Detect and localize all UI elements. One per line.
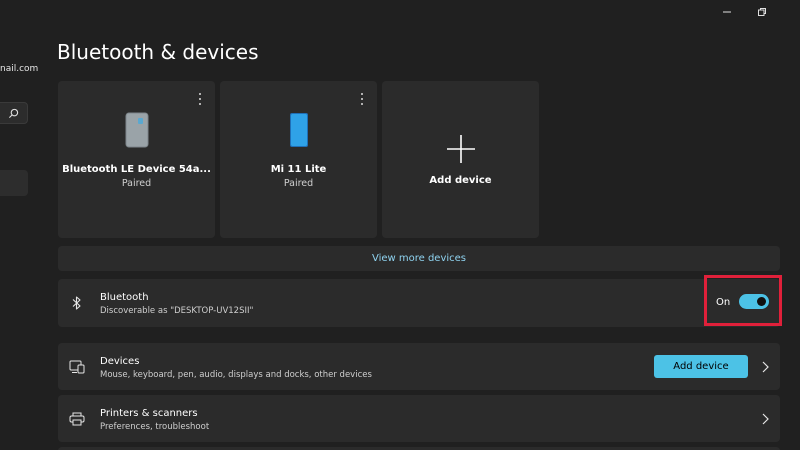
bluetooth-icon [69,295,85,311]
device-status: Paired [283,178,314,189]
devices-icon [69,359,85,375]
search-input[interactable] [0,102,28,124]
devices-setting-row[interactable]: Devices Mouse, keyboard, pen, audio, dis… [58,343,780,390]
bluetooth-title: Bluetooth [100,292,149,303]
device-status: Paired [121,178,152,189]
device-name: Bluetooth LE Device 54a... [62,164,211,175]
restore-button[interactable] [751,4,773,20]
device-name: Mi 11 Lite [270,164,327,175]
bluetooth-subtitle: Discoverable as "DESKTOP-UV12SII" [100,306,254,316]
add-device-label: Add device [429,175,492,186]
printers-subtitle: Preferences, troubleshoot [100,422,210,432]
account-email: nail.com [0,64,39,74]
printers-setting-row[interactable]: Printers & scanners Preferences, trouble… [58,395,780,442]
view-more-devices-link[interactable]: View more devices [58,246,780,271]
devices-subtitle: Mouse, keyboard, pen, audio, displays an… [100,370,372,380]
plus-icon [445,133,477,169]
add-device-card[interactable]: Add device [382,81,539,238]
printers-title: Printers & scanners [100,408,198,419]
add-device-button[interactable]: Add device [654,355,748,378]
devices-title: Devices [100,356,140,367]
sidebar-item-selected[interactable] [0,170,28,196]
printer-icon [69,411,85,427]
settings-window: nail.com Bluetooth & devices Bluetooth L [0,0,800,450]
bluetooth-setting-row: Bluetooth Discoverable as "DESKTOP-UV12S… [58,279,780,327]
speaker-icon [124,111,150,153]
search-icon [8,108,19,119]
highlight-annotation [704,275,782,326]
minimize-button[interactable] [716,4,738,20]
restore-icon [758,8,766,16]
more-options-icon[interactable] [195,91,205,107]
page-title: Bluetooth & devices [57,40,259,64]
more-options-icon[interactable] [357,91,367,107]
phone-icon [288,111,310,153]
chevron-right-icon[interactable] [761,361,769,373]
minimize-icon [723,11,731,13]
chevron-right-icon[interactable] [761,413,769,425]
device-card-bluetooth-le[interactable]: Bluetooth LE Device 54a... Paired [58,81,215,238]
device-card-mi-11-lite[interactable]: Mi 11 Lite Paired [220,81,377,238]
